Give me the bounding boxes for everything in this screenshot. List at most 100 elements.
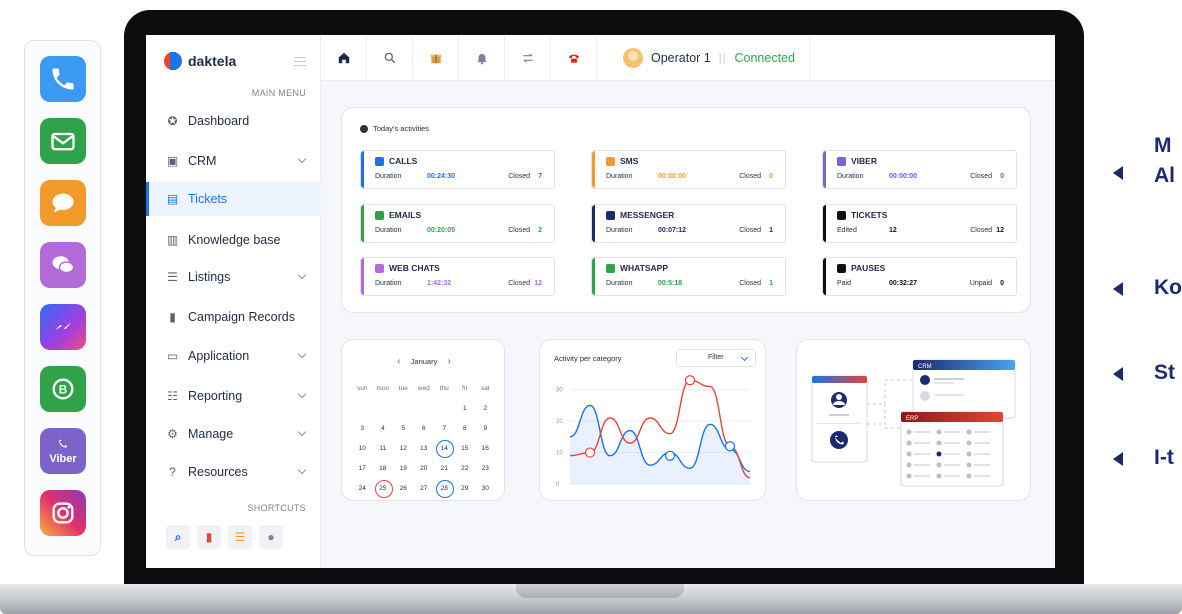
calendar-day[interactable]: 23 [475,465,496,472]
calendar-day[interactable]: 10 [352,445,373,452]
transfer-button[interactable] [505,35,551,81]
chevron-down-icon [297,389,307,399]
filter-dropdown[interactable]: Filter [676,349,756,367]
sidebar-item-label: Tickets [188,192,228,206]
viber-icon[interactable]: Viber [40,428,86,474]
sms-icon[interactable] [40,180,86,226]
email-icon[interactable] [40,118,86,164]
erp-record-icon [906,451,912,457]
y-tick-label: 20 [556,419,563,425]
calendar-day[interactable]: 25 [373,479,394,498]
phone-icon[interactable] [40,56,86,102]
sidebar-item-application[interactable]: ▭ Application [146,339,321,373]
phone-call-icon [830,431,848,449]
checklist-shortcut-icon[interactable]: ☰ [228,525,252,549]
sidebar-item-knowledge-base[interactable]: ▥ Knowledge base [146,223,321,257]
calendar-day[interactable]: 17 [352,465,373,472]
card-label-1: Paid [837,280,852,287]
sidebar-item-listings[interactable]: ☰ Listings [146,260,321,294]
sidebar-item-reporting[interactable]: ☷ Reporting [146,379,321,413]
sidebar-item-label: Resources [188,465,248,479]
activity-card[interactable]: VIBER Duration 00:00:00 Closed 0 [822,150,1017,189]
calendar-week: 10 11 12 13 14 15 16 [352,438,496,458]
erp-record-line [974,475,990,477]
erp-record-icon [906,429,912,435]
svg-text:B: B [59,384,67,397]
calendar-day[interactable]: 8 [455,425,476,432]
erp-record-line [974,464,990,466]
webchat-icon[interactable] [40,242,86,288]
card-value-2: 2 [538,227,542,234]
sidebar-item-campaign-records[interactable]: ▮ Campaign Records [146,300,321,334]
calendar-day[interactable]: 9 [475,425,496,432]
help-shortcut-icon[interactable]: ● [259,525,283,549]
activity-card[interactable]: CALLS Duration 00:24:30 Closed 7 [360,150,555,189]
home-button[interactable] [321,35,367,81]
calendar-day[interactable]: 19 [393,465,414,472]
sidebar-item-tickets[interactable]: ▤ Tickets [146,182,321,216]
calendar-day[interactable]: 14 [434,439,455,458]
brand-logo[interactable]: daktela [164,52,236,70]
calendar-day[interactable]: 3 [352,425,373,432]
calendar-day[interactable]: 24 [352,485,373,492]
menu-toggle-icon[interactable] [294,57,306,66]
instagram-icon[interactable] [40,490,86,536]
calendar-day[interactable]: 27 [414,485,435,492]
activity-card[interactable]: EMAILS Duration 00:20:05 Closed 2 [360,204,555,243]
sidebar-item-resources[interactable]: ? Resources [146,455,321,489]
card-label-1: Duration [606,173,633,180]
card-label-2: Closed [739,280,761,287]
activity-card[interactable]: SMS Duration 00:00:00 Closed 0 [591,150,786,189]
sidebar-item-label: Manage [188,427,234,441]
sidebar-item-crm[interactable]: ▣ CRM [146,144,321,178]
next-month-icon[interactable]: › [447,356,450,367]
activity-card[interactable]: WEB CHATS Duration 1:42:32 Closed 12 [360,257,555,296]
activity-card[interactable]: MESSENGER Duration 00:07:12 Closed 1 [591,204,786,243]
calendar-day[interactable]: 6 [414,425,435,432]
sidebar-item-dashboard[interactable]: ✪ Dashboard [146,104,321,138]
calendar-day[interactable]: 18 [373,465,394,472]
calendar-day[interactable]: 11 [373,445,394,452]
card-title-text: WEB CHATS [389,263,440,273]
search-shortcut-icon[interactable]: ⌕ [166,525,190,549]
sidebar-item-label: Campaign Records [188,310,295,324]
calendar-day[interactable]: 28 [434,479,455,498]
sidebar-item-manage[interactable]: ⚙ Manage [146,417,321,451]
calendar-day[interactable]: 26 [393,485,414,492]
data-point-marker [724,441,736,452]
calendar-day[interactable]: 7 [434,425,455,432]
card-value-2: 12 [996,227,1004,234]
sidebar-item-label: Listings [188,270,231,284]
calendar-day[interactable]: 5 [393,425,414,432]
activity-card[interactable]: PAUSES Paid 00:32:27 Unpaid 0 [822,257,1017,296]
calendar-day[interactable]: 13 [414,445,435,452]
calendar-day[interactable]: 15 [455,445,476,452]
calendar-day[interactable]: 1 [455,405,476,412]
feature-bullet-icon [1113,367,1123,381]
calendar-day[interactable]: 22 [455,465,476,472]
gift-button[interactable] [413,35,459,81]
prev-month-icon[interactable]: ‹ [397,356,400,367]
messenger-icon[interactable] [40,304,86,350]
card-label-2: Closed [508,227,530,234]
calendar-day[interactable]: 4 [373,425,394,432]
operator-status[interactable]: Operator 1 || Connected [623,35,810,81]
calendar-day[interactable]: 16 [475,445,496,452]
whatsapp-icon[interactable]: B [40,366,86,412]
calendar-day[interactable]: 20 [414,465,435,472]
search-button[interactable] [367,35,413,81]
calendar-day[interactable]: 2 [475,405,496,412]
calendar-day[interactable]: 29 [455,485,476,492]
calendar-day[interactable]: 21 [434,465,455,472]
calendar-day[interactable]: 12 [393,445,414,452]
card-value-1: 00:00:00 [889,173,918,180]
activity-card[interactable]: TICKETS Edited 12 Closed 12 [822,204,1017,243]
calendar-day[interactable]: 30 [475,485,496,492]
card-value-1: 00:32:27 [889,280,918,287]
channel-icon [837,156,846,166]
notifications-button[interactable] [459,35,505,81]
hangup-button[interactable] [551,35,597,81]
card-value-2: 0 [769,173,773,180]
notebook-shortcut-icon[interactable]: ▮ [197,525,221,549]
activity-card[interactable]: WHATSAPP Duration 00:5:18 Closed 1 [591,257,786,296]
